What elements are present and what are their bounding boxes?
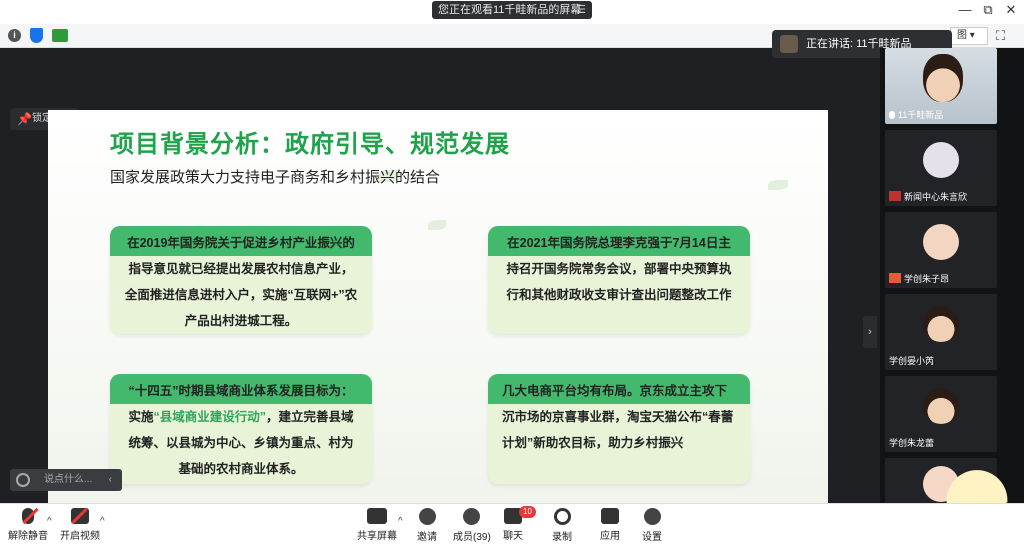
share-screen-button[interactable]: 共享屏幕: [357, 508, 397, 542]
add-user-icon: [418, 508, 436, 525]
minimize-button[interactable]: —: [955, 2, 975, 17]
banner-text: 您正在观看11千畦新品的屏幕: [438, 4, 582, 16]
leaf-decoration: [768, 180, 788, 190]
menu-icon[interactable]: ☰: [576, 1, 586, 19]
avatar: [780, 35, 798, 53]
share-options-caret[interactable]: ^: [398, 516, 403, 527]
chat-placeholder: 说点什么...: [44, 474, 93, 485]
info-card: 在2021年国务院总理李克强于7月14日主持召开国务院常务会议，部署中央预算执行…: [488, 226, 750, 334]
close-button[interactable]: ✕: [1001, 2, 1021, 18]
settings-label: 设置: [642, 532, 662, 543]
audio-options-caret[interactable]: ^: [47, 516, 52, 527]
slide-title: 项目背景分析：政府引导、规范发展: [110, 131, 510, 158]
chat-input[interactable]: 说点什么... ‹: [10, 469, 122, 491]
layout-dropdown[interactable]: 图 ▾: [950, 27, 988, 45]
unmute-label: 解除静音: [8, 531, 48, 542]
title-bar: 您正在观看11千畦新品的屏幕 ☰ — ⧉ ✕: [0, 0, 1024, 24]
apps-label: 应用: [600, 531, 620, 542]
layout-label: 图: [957, 30, 967, 41]
signal-icon[interactable]: [52, 29, 68, 42]
invite-button[interactable]: 邀请: [417, 508, 437, 543]
shield-icon[interactable]: [30, 28, 43, 43]
camera-off-icon: [71, 508, 89, 524]
start-video-button[interactable]: 开启视频: [60, 508, 100, 542]
host-icon: [889, 273, 901, 283]
participant-tile[interactable]: 学创朱龙蕾: [885, 376, 997, 452]
screen-share-banner[interactable]: 您正在观看11千畦新品的屏幕 ☰: [432, 1, 592, 19]
avatar: [923, 142, 959, 178]
avatar: [923, 306, 959, 342]
participant-tile[interactable]: 新闻中心朱言欣: [885, 130, 997, 206]
participant-tile[interactable]: 11千畦新品: [885, 48, 997, 124]
gear-icon: [643, 508, 661, 525]
info-icon[interactable]: i: [8, 29, 21, 42]
info-card: “十四五”时期县域商业体系发展目标为：实施“县域商业建设行动”，建立完善县域统筹…: [110, 374, 372, 484]
record-button[interactable]: 录制: [552, 508, 572, 543]
chat-label: 聊天: [503, 531, 523, 542]
share-screen-label: 共享屏幕: [357, 531, 397, 542]
participant-list: 11千畦新品 新闻中心朱言欣 学创朱子昂 学创晏小芮 学创朱龙蕾: [880, 48, 1024, 503]
participant-name: 学创朱子昂: [889, 272, 949, 285]
chevron-left-icon[interactable]: ‹: [109, 469, 112, 491]
presentation-slide: 项目背景分析：政府引导、规范发展 国家发展政策大力支持电子商务和乡村振兴的结合 …: [48, 110, 828, 545]
participant-tile[interactable]: 学创晏小芮: [885, 294, 997, 370]
shared-screen-area: 📌 锁定画面 项目背景分析：政府引导、规范发展 国家发展政策大力支持电子商务和乡…: [0, 48, 880, 545]
members-button[interactable]: 成员(39): [453, 508, 491, 543]
bottom-toolbar: 解除静音 ^ 开启视频 ^ 共享屏幕 ^ 邀请 成员(39) 10 聊天 录制: [0, 503, 1024, 545]
participant-tile[interactable]: 学创朱子昂: [885, 212, 997, 288]
card-text: 几大电商平台均有布局。京东成立主攻下沉市场的京喜事业群，淘宝天猫公布“春蕾计划”…: [502, 384, 734, 450]
restore-button[interactable]: ⧉: [978, 2, 998, 18]
avatar: [923, 224, 959, 260]
avatar: [923, 54, 963, 102]
participant-name: 学创朱龙蕾: [889, 438, 935, 448]
video-options-caret[interactable]: ^: [100, 516, 105, 527]
card-text: 在2019年国务院关于促进乡村产业振兴的指导意见就已经提出发展农村信息产业，全面…: [124, 236, 358, 328]
users-icon: [463, 508, 481, 525]
participant-name: 新闻中心朱言欣: [889, 190, 967, 203]
record-label: 录制: [552, 532, 572, 543]
chat-button[interactable]: 10 聊天: [503, 506, 536, 542]
chevron-down-icon: ▾: [969, 30, 975, 41]
emoji-icon[interactable]: [16, 473, 30, 487]
collapse-sidebar-button[interactable]: ›: [863, 316, 877, 348]
mic-icon: [889, 111, 895, 119]
fullscreen-icon[interactable]: ⛶: [996, 28, 1005, 44]
start-video-label: 开启视频: [60, 531, 100, 542]
members-label: 成员(39): [453, 532, 491, 543]
info-card: 在2019年国务院关于促进乡村产业振兴的指导意见就已经提出发展农村信息产业，全面…: [110, 226, 372, 334]
record-icon: [553, 508, 571, 525]
pin-icon: 📌: [17, 112, 32, 126]
slide-subtitle: 国家发展政策大力支持电子商务和乡村振兴的结合: [110, 169, 441, 186]
settings-button[interactable]: 设置: [642, 508, 662, 543]
info-card: 几大电商平台均有布局。京东成立主攻下沉市场的京喜事业群，淘宝天猫公布“春蕾计划”…: [488, 374, 750, 484]
leaf-decoration: [428, 220, 446, 230]
share-screen-icon: [367, 508, 387, 524]
avatar: [923, 388, 959, 424]
participant-name: 学创晏小芮: [889, 356, 935, 366]
unmute-button[interactable]: 解除静音: [8, 508, 48, 542]
apps-button[interactable]: 应用: [600, 508, 620, 542]
muted-mic-icon: [889, 191, 901, 201]
meeting-window: 您正在观看11千畦新品的屏幕 ☰ — ⧉ ✕ i 图 ▾ ⛶ 📌 锁定画面 项目…: [0, 0, 1024, 545]
participant-name: 11千畦新品: [889, 108, 943, 121]
card-text: “十四五”时期县域商业体系发展目标为：实施“县域商业建设行动”，建立完善县域统筹…: [110, 374, 372, 492]
chat-badge: 10: [519, 506, 536, 518]
mic-off-icon: [22, 508, 34, 524]
card-text: 在2021年国务院总理李克强于7月14日主持召开国务院常务会议，部署中央预算执行…: [506, 236, 732, 302]
card-highlight: “县域商业建设行动”: [153, 410, 266, 424]
apps-icon: [601, 508, 619, 524]
invite-label: 邀请: [417, 532, 437, 543]
